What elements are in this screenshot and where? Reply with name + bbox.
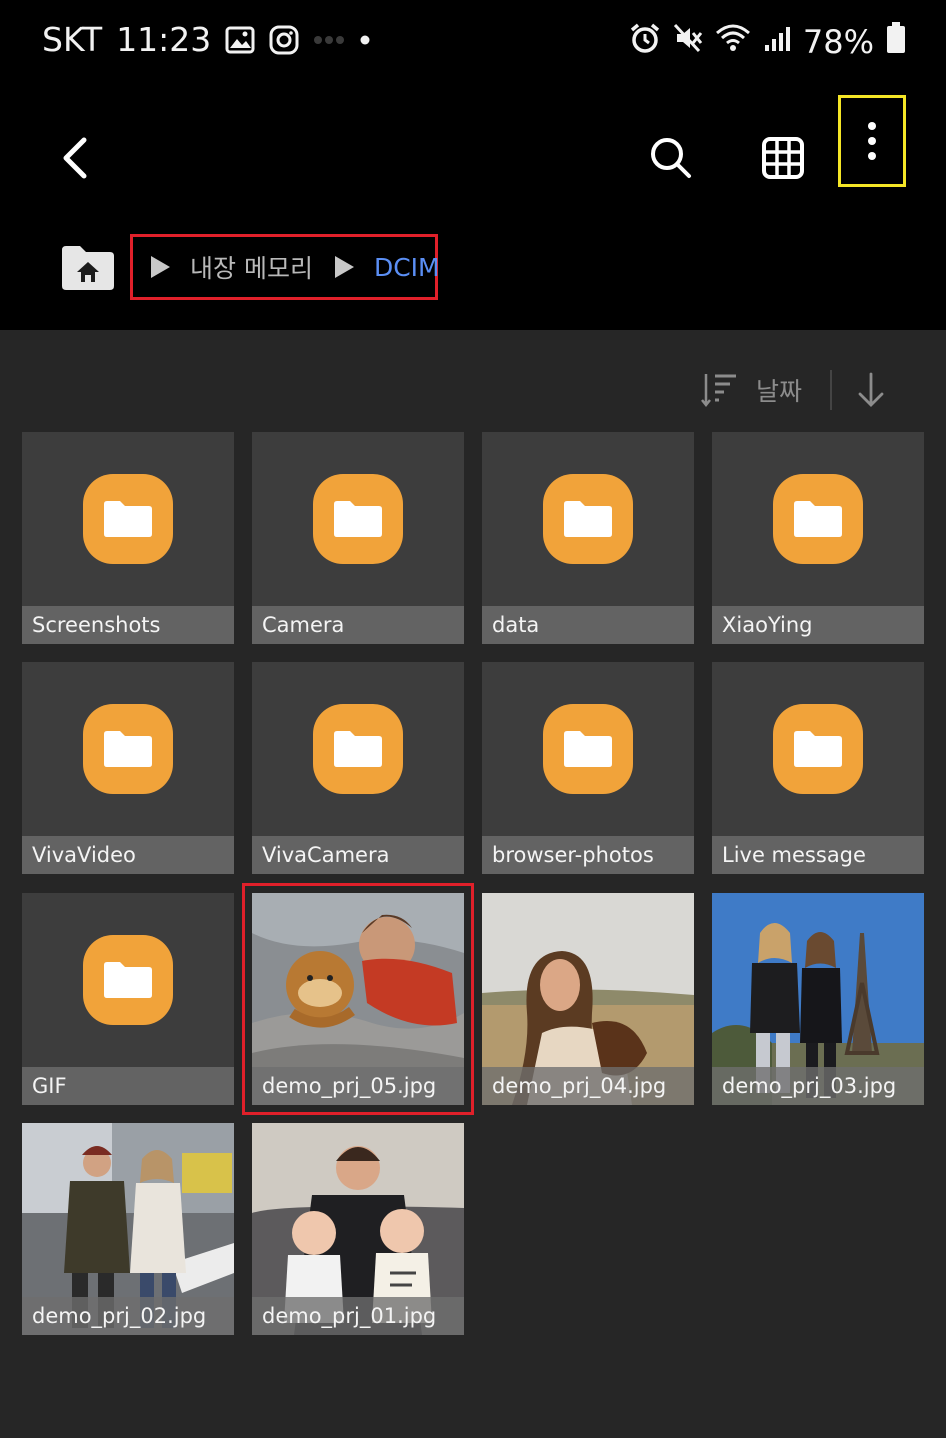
folder-tile[interactable]: browser-photos	[482, 662, 694, 874]
folder-label: VivaCamera	[252, 836, 464, 874]
back-button[interactable]	[40, 110, 110, 206]
folder-icon	[773, 704, 863, 794]
sort-by-date-label[interactable]: 날짜	[756, 372, 802, 408]
wifi-icon	[715, 23, 751, 61]
divider	[830, 370, 833, 410]
folder-icon	[313, 704, 403, 794]
sort-direction-button[interactable]	[856, 372, 886, 408]
folder-label: data	[482, 606, 694, 644]
sort-bar: 날짜	[700, 362, 920, 418]
breadcrumb: 내장 메모리 DCIM	[130, 234, 440, 300]
breadcrumb-item-dcim[interactable]: DCIM	[374, 253, 440, 282]
dot-icon	[359, 34, 371, 46]
search-icon	[651, 138, 691, 178]
folder-icon	[543, 704, 633, 794]
breadcrumb-arrow-icon	[151, 256, 170, 278]
more-options-button[interactable]	[838, 95, 906, 187]
folder-tile[interactable]: Live message	[712, 662, 924, 874]
folder-icon	[83, 704, 173, 794]
image-label: demo_prj_04.jpg	[482, 1067, 694, 1105]
instagram-icon	[269, 25, 299, 55]
image-label: demo_prj_03.jpg	[712, 1067, 924, 1105]
folder-label: VivaVideo	[22, 836, 234, 874]
folder-icon	[313, 474, 403, 564]
search-button[interactable]	[636, 110, 706, 206]
folder-tile[interactable]: Screenshots	[22, 432, 234, 644]
folder-label: GIF	[22, 1067, 234, 1105]
time-text: 11:23	[116, 20, 212, 59]
folder-tile[interactable]: XiaoYing	[712, 432, 924, 644]
image-label: demo_prj_01.jpg	[252, 1297, 464, 1335]
breadcrumb-item-internal-storage[interactable]: 내장 메모리	[190, 249, 313, 285]
folder-label: Screenshots	[22, 606, 234, 644]
app-bar: 내장 메모리 DCIM	[0, 90, 946, 330]
arrow-down-icon	[858, 372, 884, 407]
image-tile[interactable]: demo_prj_04.jpg	[482, 893, 694, 1105]
folder-tile[interactable]: Camera	[252, 432, 464, 644]
carrier-text: SKT	[42, 20, 103, 59]
folder-tile[interactable]: VivaVideo	[22, 662, 234, 874]
folder-icon	[83, 935, 173, 1025]
folder-icon	[543, 474, 633, 564]
image-tile[interactable]: demo_prj_02.jpg	[22, 1123, 234, 1335]
breadcrumb-arrow-icon	[334, 256, 354, 278]
signal-icon	[763, 23, 791, 61]
battery-icon	[886, 22, 906, 62]
folder-label: XiaoYing	[712, 606, 924, 644]
grid-view-icon	[762, 137, 804, 179]
home-folder-icon	[62, 246, 114, 290]
folder-icon	[773, 474, 863, 564]
folder-label: Camera	[252, 606, 464, 644]
image-tile[interactable]: demo_prj_03.jpg	[712, 893, 924, 1105]
alarm-icon	[629, 22, 661, 62]
folder-tile[interactable]: GIF	[22, 893, 234, 1105]
image-icon	[225, 26, 255, 54]
home-button[interactable]	[58, 240, 118, 296]
folder-label: Live message	[712, 836, 924, 874]
sort-icon[interactable]	[700, 369, 742, 411]
image-label: demo_prj_02.jpg	[22, 1297, 234, 1335]
folder-tile[interactable]: VivaCamera	[252, 662, 464, 874]
mute-icon	[673, 23, 703, 61]
image-label: demo_prj_05.jpg	[252, 1067, 464, 1105]
dots-icon	[313, 33, 345, 47]
battery-text: 78%	[802, 23, 874, 61]
folder-label: browser-photos	[482, 836, 694, 874]
more-vertical-icon	[868, 122, 876, 160]
status-bar: SKT 11:23 78%	[0, 0, 946, 90]
folder-icon	[83, 474, 173, 564]
chevron-left-icon	[63, 137, 87, 179]
image-tile[interactable]: demo_prj_01.jpg	[252, 1123, 464, 1335]
grid-view-button[interactable]	[748, 110, 818, 206]
folder-tile[interactable]: data	[482, 432, 694, 644]
image-tile-selected[interactable]: demo_prj_05.jpg	[242, 883, 474, 1115]
